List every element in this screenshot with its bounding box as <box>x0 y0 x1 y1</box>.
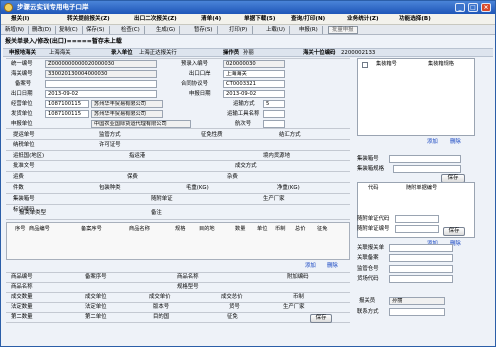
declare-date-field[interactable]: 2013-09-02 <box>223 90 285 98</box>
container-spec-field[interactable] <box>393 165 461 173</box>
consignor-code-field[interactable]: 1087100115 <box>45 110 89 118</box>
warehouse-number-field[interactable] <box>389 265 453 273</box>
menu-query[interactable]: 查询/打印(N) <box>291 14 325 25</box>
yard-code-field[interactable] <box>389 275 453 283</box>
menu-baoguan[interactable]: 报关(I) <box>11 14 29 25</box>
contract-number-field[interactable]: CT0003321 <box>223 80 285 88</box>
export-port-field[interactable]: 上海海关 <box>223 70 285 78</box>
transport-vehicle-field[interactable] <box>263 110 285 118</box>
app-window: 步骤云实训专用电子口岸 _ □ × 报关(I) 转关提前报关(Z) 出口二次报关… <box>0 0 496 347</box>
close-button[interactable]: × <box>481 3 491 12</box>
container-select-all-checkbox[interactable] <box>362 62 368 68</box>
operating-unit-code-field[interactable]: 1087100115 <box>45 100 89 108</box>
title-bar: 步骤云实训专用电子口岸 _ □ × <box>1 1 495 14</box>
minimize-button[interactable]: _ <box>455 3 465 12</box>
toolbar-declare-button[interactable]: 申报(R) <box>299 25 318 35</box>
menu-chukou[interactable]: 出口二次报关(Z) <box>134 14 177 25</box>
menu-stats[interactable]: 业务统计(Z) <box>347 14 379 25</box>
transport-mode-field[interactable]: 5 <box>263 100 285 108</box>
voyage-number-field[interactable] <box>263 120 285 128</box>
toolbar-delete-button[interactable]: 删改(D) <box>32 25 51 35</box>
toolbar: 新增(N) 删改(D) 复制(C) 保存(S) 检查(C) 生成(G) 暂存(S… <box>1 25 495 35</box>
license-number-field[interactable] <box>395 225 439 233</box>
menu-zhuanguan[interactable]: 转关提前报关(Z) <box>67 14 110 25</box>
container-add-link[interactable]: 添加 <box>427 138 438 147</box>
toolbar-print-button[interactable]: 打印(P) <box>229 25 247 35</box>
record-number-field[interactable] <box>45 80 157 88</box>
operating-unit-name-field[interactable]: 苏州华丰贸易有限公司 <box>91 100 163 108</box>
customs-number-field[interactable]: 330020130004000030 <box>45 70 157 78</box>
menu-bar: 报关(I) 转关提前报关(Z) 出口二次报关(Z) 清单(4) 单据下载(5) … <box>1 14 495 25</box>
related-record-field[interactable] <box>389 254 453 262</box>
page-heading: 报关单录入/修改(出口)=====暂存未上载 <box>5 38 122 45</box>
consignor-name-field[interactable]: 苏州华丰贸易有限公司 <box>91 110 163 118</box>
container-delete-link[interactable]: 删除 <box>450 138 461 147</box>
goods-delete-link[interactable]: 删除 <box>327 262 338 271</box>
export-date-field[interactable]: 2013-09-02 <box>45 90 157 98</box>
customs-code-value: 2200002133 <box>341 50 376 56</box>
declarer-field[interactable]: 孙丽 <box>389 297 445 305</box>
pre-entry-number-field[interactable]: 020000030 <box>223 60 285 68</box>
toolbar-generate-button[interactable]: 生成(G) <box>156 25 175 35</box>
maximize-button[interactable]: □ <box>468 3 478 12</box>
toolbar-copy-button[interactable]: 复制(C) <box>59 25 78 35</box>
unified-number-field[interactable]: Z0000000000020000030 <box>45 60 157 68</box>
app-logo-icon <box>4 3 13 12</box>
goods-add-link[interactable]: 添加 <box>305 262 316 271</box>
goods-save-button[interactable]: 保存 <box>310 314 332 323</box>
batch-declare-button[interactable]: 批量申报 <box>328 26 358 34</box>
container-list: 集装箱号 集装箱规格 <box>357 58 475 136</box>
goods-table: 序号 商品编号 备案序号 商品名称 规格 目的地 数量 单位 币制 总价 征免 <box>6 222 350 260</box>
toolbar-check-button[interactable]: 检查(C) <box>121 25 140 35</box>
window-title: 步骤云实训专用电子口岸 <box>17 3 89 11</box>
declaration-header-row: 申报地海关 上海海关 录入单位 上海正达报关行 操作员 孙丽 海关十位编码 22… <box>3 48 493 57</box>
menu-download[interactable]: 单据下载(5) <box>244 14 275 25</box>
menu-func[interactable]: 功能选择(B) <box>399 14 431 25</box>
menu-qingdan[interactable]: 清单(4) <box>201 14 221 25</box>
toolbar-stage-button[interactable]: 暂存(S) <box>194 25 212 35</box>
license-code-field[interactable] <box>395 215 439 223</box>
contact-field[interactable] <box>389 308 445 316</box>
operator-value: 孙丽 <box>243 50 254 56</box>
toolbar-save-button[interactable]: 保存(S) <box>86 25 104 35</box>
related-declaration-field[interactable] <box>389 244 453 252</box>
toolbar-new-button[interactable]: 新增(N) <box>5 25 24 35</box>
customs-station-value: 上海海关 <box>49 50 71 56</box>
container-number-field[interactable] <box>389 155 461 163</box>
declaration-type-label: 报关单类型 <box>19 210 46 216</box>
license-save-button[interactable]: 保存 <box>443 227 465 236</box>
declaring-unit-field[interactable]: 中国农业国际货运代理有限公司 <box>91 120 191 128</box>
entry-unit-value: 上海正达报关行 <box>139 50 177 56</box>
toolbar-upload-button[interactable]: 上载(U) <box>266 25 285 35</box>
